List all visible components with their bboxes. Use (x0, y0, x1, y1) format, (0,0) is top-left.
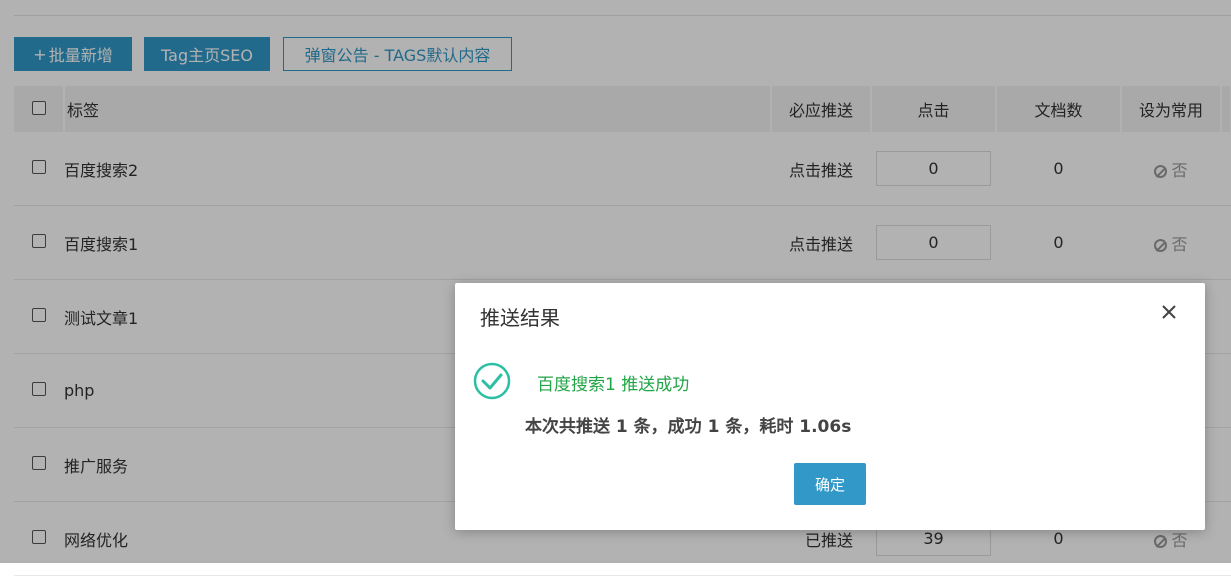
check-circle-icon (473, 362, 511, 400)
success-message: 百度搜索1 推送成功 (537, 375, 690, 395)
close-icon[interactable] (1158, 301, 1180, 323)
tag-management-page: + 批量新增 Tag主页SEO 弹窗公告 - TAGS默认内容 标签 必应推送 … (0, 0, 1231, 576)
dialog-title: 推送结果 (480, 306, 560, 330)
push-result-dialog: 推送结果 百度搜索1 推送成功 本次共推送 1 条，成功 1 条，耗时 1.06… (455, 283, 1205, 530)
ok-button[interactable]: 确定 (794, 463, 866, 505)
push-summary: 本次共推送 1 条，成功 1 条，耗时 1.06s (525, 417, 852, 437)
